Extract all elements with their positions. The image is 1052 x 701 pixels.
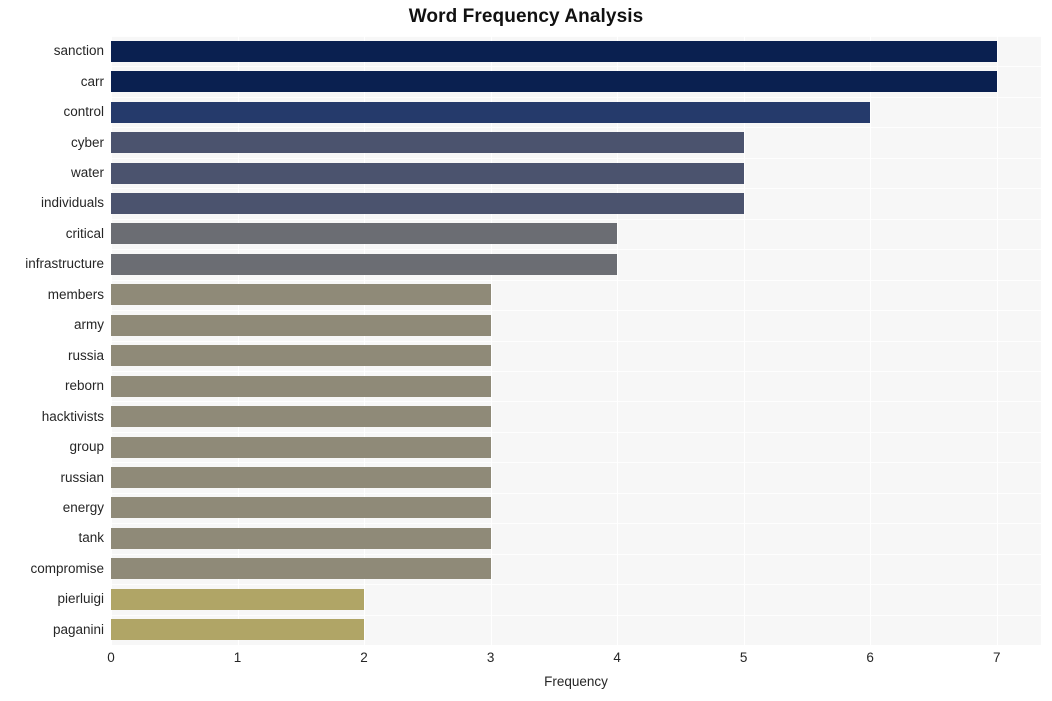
horizontal-gridline xyxy=(111,279,1041,281)
x-tick-label: 2 xyxy=(360,650,368,665)
y-tick-label: infrastructure xyxy=(25,256,104,272)
horizontal-gridline xyxy=(111,188,1041,190)
y-tick-label: individuals xyxy=(40,195,104,211)
y-tick-label: members xyxy=(47,286,104,302)
y-tick-label: russia xyxy=(67,347,104,363)
x-axis-title: Frequency xyxy=(544,674,608,689)
horizontal-gridline xyxy=(111,127,1041,129)
plot-area xyxy=(111,36,1041,645)
horizontal-gridline xyxy=(111,462,1041,464)
y-tick-label: energy xyxy=(62,499,104,515)
y-tick-label: water xyxy=(70,165,104,181)
y-tick-label: critical xyxy=(65,225,104,241)
bar xyxy=(111,527,491,549)
horizontal-gridline xyxy=(111,492,1041,494)
bar xyxy=(111,345,491,367)
bar xyxy=(111,619,365,641)
horizontal-gridline xyxy=(111,370,1041,372)
bar xyxy=(111,132,744,154)
x-tick-label: 4 xyxy=(613,650,621,665)
horizontal-gridline xyxy=(111,431,1041,433)
horizontal-gridline xyxy=(111,157,1041,159)
x-tick-label: 0 xyxy=(107,650,115,665)
horizontal-gridline xyxy=(111,523,1041,525)
y-tick-label: sanction xyxy=(53,43,104,59)
y-tick-label: reborn xyxy=(64,378,104,394)
horizontal-gridline xyxy=(111,401,1041,403)
bar xyxy=(111,467,491,489)
bar xyxy=(111,314,491,336)
bar xyxy=(111,375,491,397)
y-axis-tick-labels: sanction carr control cyber water individuals… xyxy=(0,36,104,645)
horizontal-gridline xyxy=(111,614,1041,616)
horizontal-gridline xyxy=(111,553,1041,555)
bar xyxy=(111,588,365,610)
horizontal-gridline xyxy=(111,584,1041,586)
horizontal-gridline xyxy=(111,36,1041,37)
bar xyxy=(111,223,618,245)
horizontal-gridline xyxy=(111,249,1041,251)
horizontal-gridline xyxy=(111,310,1041,312)
y-tick-label: compromise xyxy=(30,560,104,576)
bar xyxy=(111,497,491,519)
horizontal-gridline xyxy=(111,218,1041,220)
bar xyxy=(111,253,618,275)
x-tick-label: 6 xyxy=(866,650,874,665)
bar xyxy=(111,162,744,184)
bar xyxy=(111,558,491,580)
y-tick-label: russian xyxy=(60,469,104,485)
bar xyxy=(111,101,871,123)
chart-figure: Word Frequency Analysis sanction carr cont… xyxy=(0,0,1052,701)
horizontal-gridline xyxy=(111,340,1041,342)
y-tick-label: army xyxy=(74,317,104,333)
y-tick-label: hacktivists xyxy=(41,408,104,424)
x-tick-label: 1 xyxy=(233,650,242,665)
bar xyxy=(111,406,491,428)
bar xyxy=(111,436,491,458)
horizontal-gridline xyxy=(111,96,1041,98)
y-tick-label: paganini xyxy=(52,621,104,637)
y-tick-label: cyber xyxy=(70,134,104,150)
y-tick-label: tank xyxy=(78,530,104,546)
bar xyxy=(111,71,997,93)
bar xyxy=(111,192,744,214)
y-tick-label: group xyxy=(69,439,104,455)
horizontal-gridline xyxy=(111,66,1041,68)
y-tick-label: pierluigi xyxy=(57,591,104,607)
y-tick-label: control xyxy=(63,104,104,120)
y-tick-label: carr xyxy=(80,73,104,89)
x-tick-label: 5 xyxy=(739,650,748,665)
bar xyxy=(111,284,491,306)
chart-title: Word Frequency Analysis xyxy=(408,6,644,27)
x-tick-label: 3 xyxy=(486,650,495,665)
bar xyxy=(111,40,997,62)
x-tick-label: 7 xyxy=(992,650,1001,665)
x-axis-tick-labels: 0 1 2 3 4 5 6 7 xyxy=(107,650,1041,670)
